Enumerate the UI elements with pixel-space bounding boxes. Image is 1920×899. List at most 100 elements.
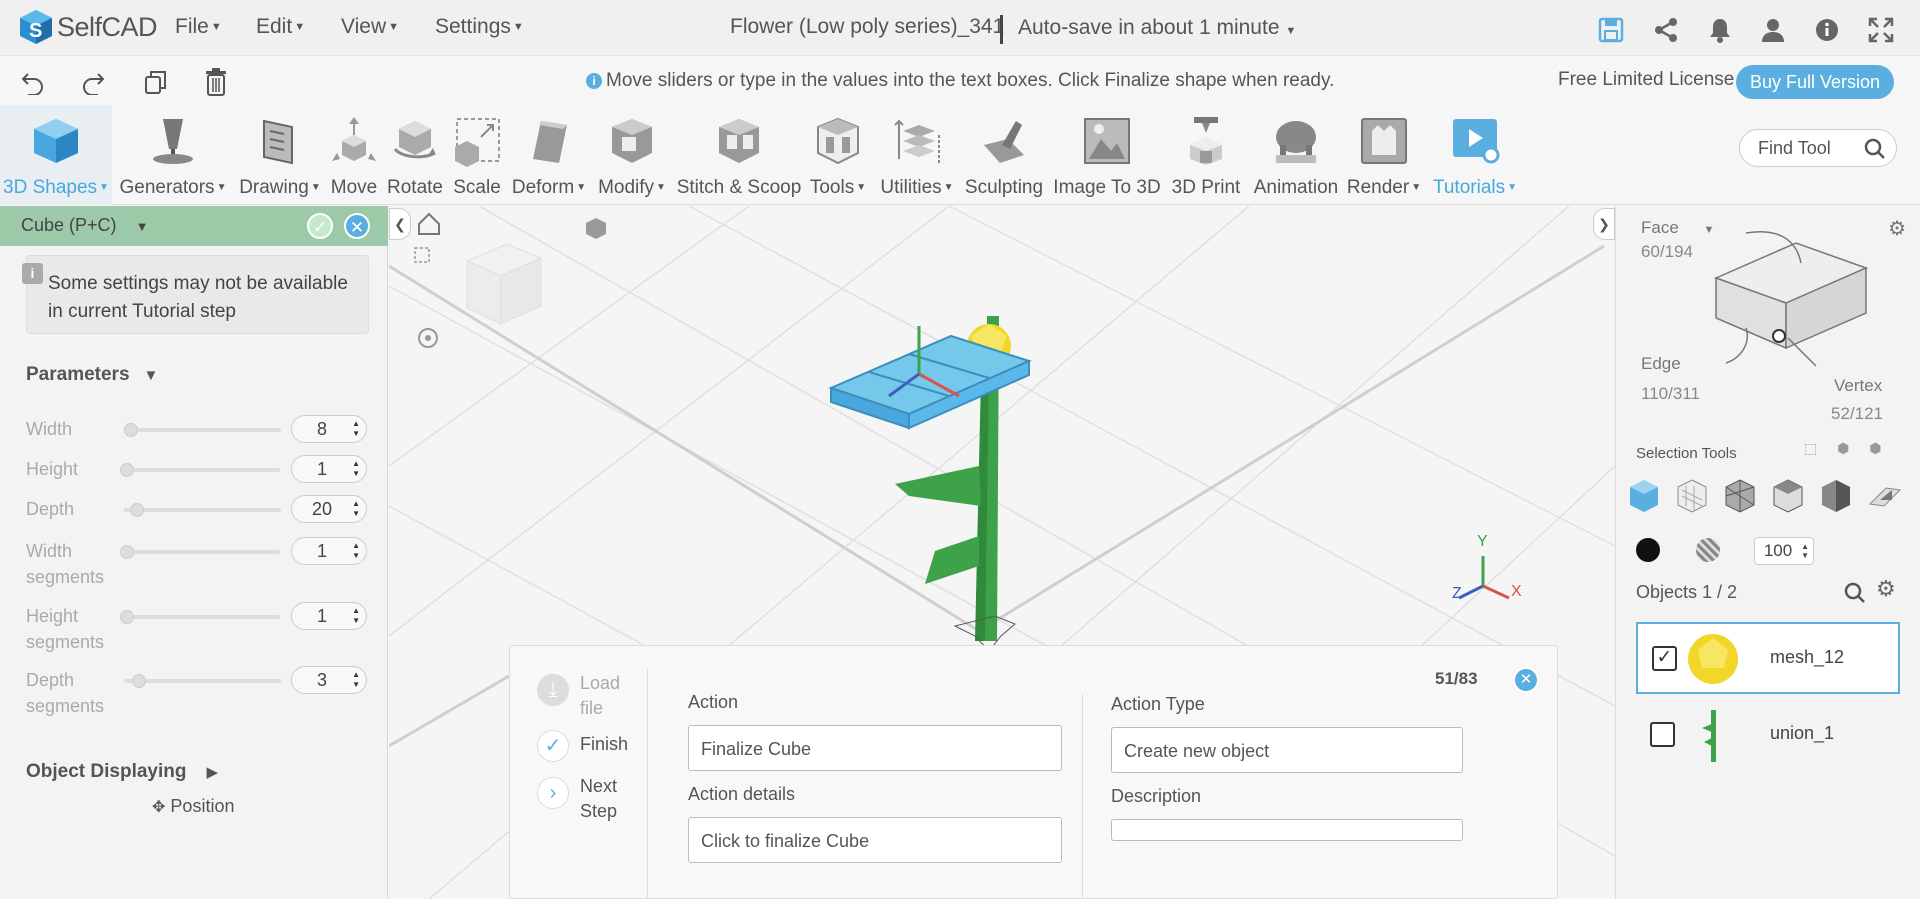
- orbit-target-icon[interactable]: [418, 328, 438, 348]
- cancel-close-button[interactable]: ✕: [344, 213, 370, 239]
- stepper-icon[interactable]: ▲ ▼: [352, 670, 360, 690]
- slider-knob[interactable]: [124, 423, 138, 437]
- menu-edit[interactable]: Edit ▼: [256, 15, 305, 39]
- tool-scale[interactable]: Scale: [447, 105, 507, 205]
- slider-knob[interactable]: [120, 463, 134, 477]
- plane-select-icon[interactable]: [1866, 478, 1902, 514]
- zoom-fit-icon[interactable]: [414, 247, 430, 263]
- face-mode-selector[interactable]: Face ▼: [1641, 218, 1714, 238]
- buy-full-version-button[interactable]: Buy Full Version: [1736, 65, 1894, 99]
- half-select-icon[interactable]: [1818, 478, 1854, 514]
- view-cube[interactable]: [465, 243, 543, 325]
- fullscreen-icon[interactable]: [1867, 16, 1895, 44]
- tool-move[interactable]: Move: [325, 105, 383, 205]
- height-input[interactable]: 1 ▲ ▼: [291, 455, 367, 483]
- document-title[interactable]: Flower (Low poly series)_341: [730, 15, 1004, 39]
- copy-icon[interactable]: [142, 69, 168, 95]
- color-swatch[interactable]: [1636, 538, 1660, 562]
- position-button[interactable]: ✥ Position: [152, 796, 234, 817]
- object-row-union-1[interactable]: union_1: [1636, 700, 1900, 772]
- undo-icon[interactable]: [20, 69, 46, 95]
- step-finish[interactable]: ✓ Finish: [537, 730, 628, 762]
- height-segments-slider[interactable]: [120, 610, 280, 624]
- stepper-icon[interactable]: ▲ ▼: [1801, 542, 1809, 560]
- object-row-mesh-12[interactable]: ✓ mesh_12: [1636, 622, 1900, 694]
- tool-3d-shapes[interactable]: 3D Shapes ▼: [0, 105, 112, 205]
- tool-generators[interactable]: Generators ▼: [117, 105, 229, 205]
- panel-title[interactable]: Cube (P+C) ▼: [21, 215, 148, 236]
- height-segments-input[interactable]: 1 ▲ ▼: [291, 602, 367, 630]
- info-icon[interactable]: [1814, 16, 1840, 44]
- stepper-icon[interactable]: ▲ ▼: [352, 419, 360, 439]
- tool-render[interactable]: Render ▼: [1346, 105, 1422, 205]
- tool-image-to-3d[interactable]: Image To 3D: [1052, 105, 1162, 205]
- stepper-icon[interactable]: ▲ ▼: [352, 499, 360, 519]
- rect-select-icon[interactable]: ⬚: [1804, 440, 1817, 456]
- slider-knob[interactable]: [130, 503, 144, 517]
- box-select-icon[interactable]: ⬢: [1869, 440, 1881, 456]
- height-slider[interactable]: [120, 463, 280, 477]
- tool-modify[interactable]: Modify ▼: [594, 105, 670, 205]
- mesh-select-icon[interactable]: [1674, 478, 1710, 514]
- tool-drawing[interactable]: Drawing ▼: [235, 105, 325, 205]
- object-visibility-checkbox[interactable]: [1650, 722, 1675, 747]
- depth-segments-input[interactable]: 3 ▲ ▼: [291, 666, 367, 694]
- menu-file[interactable]: File ▼: [175, 15, 222, 39]
- tool-tools[interactable]: Tools ▼: [806, 105, 870, 205]
- wire-select-icon[interactable]: [1722, 478, 1758, 514]
- objects-settings-gear-icon[interactable]: ⚙: [1876, 576, 1896, 602]
- width-segments-input[interactable]: 1 ▲ ▼: [291, 537, 367, 565]
- object-visibility-checkbox[interactable]: ✓: [1652, 646, 1677, 671]
- stepper-icon[interactable]: ▲ ▼: [352, 541, 360, 561]
- cube-select-icon[interactable]: ⬢: [1837, 440, 1849, 456]
- menu-settings[interactable]: Settings ▼: [435, 15, 524, 39]
- action-details-field[interactable]: Click to finalize Cube: [688, 817, 1062, 863]
- search-icon[interactable]: [1844, 582, 1866, 604]
- find-tool-input[interactable]: Find Tool: [1739, 129, 1897, 167]
- camera-cube-icon[interactable]: [586, 218, 606, 239]
- trash-icon[interactable]: [203, 67, 229, 97]
- collapse-left-panel-button[interactable]: ❮: [389, 208, 411, 240]
- solid-select-icon[interactable]: [1626, 478, 1662, 514]
- opacity-input[interactable]: 100 ▲ ▼: [1754, 537, 1814, 565]
- depth-segments-slider[interactable]: [124, 674, 281, 688]
- step-next[interactable]: › Next Step: [537, 774, 630, 824]
- gear-icon[interactable]: ⚙: [1888, 216, 1906, 241]
- object-displaying-header[interactable]: Object Displaying ▶: [26, 761, 218, 783]
- tool-deform[interactable]: Deform ▼: [507, 105, 591, 205]
- vertex-label[interactable]: Vertex: [1834, 376, 1882, 396]
- description-field[interactable]: [1111, 819, 1463, 841]
- slider-knob[interactable]: [132, 674, 146, 688]
- slider-knob[interactable]: [120, 610, 134, 624]
- texture-icon[interactable]: [1696, 538, 1720, 562]
- width-segments-slider[interactable]: [120, 545, 280, 559]
- search-icon[interactable]: [1864, 138, 1886, 160]
- tool-sculpting[interactable]: Sculpting: [962, 105, 1046, 205]
- tool-animation[interactable]: Animation: [1248, 105, 1344, 205]
- action-type-field[interactable]: Create new object: [1111, 727, 1463, 773]
- width-slider[interactable]: [124, 423, 281, 437]
- share-icon[interactable]: [1653, 16, 1679, 44]
- user-icon[interactable]: [1760, 16, 1786, 44]
- collapse-right-panel-button[interactable]: ❯: [1593, 208, 1615, 240]
- bell-icon[interactable]: [1707, 16, 1733, 44]
- selection-mode-cube[interactable]: [1706, 218, 1876, 368]
- width-input[interactable]: 8 ▲ ▼: [291, 415, 367, 443]
- autosave-status[interactable]: Auto-save in about 1 minute ▼: [1000, 15, 1296, 44]
- tool-utilities[interactable]: Utilities ▼: [872, 105, 962, 205]
- slider-knob[interactable]: [120, 545, 134, 559]
- depth-input[interactable]: 20 ▲ ▼: [291, 495, 367, 523]
- parameters-header[interactable]: Parameters ▼: [26, 364, 158, 386]
- tool-stitch-scoop[interactable]: Stitch & Scoop: [674, 105, 804, 205]
- close-popup-button[interactable]: ✕: [1513, 667, 1539, 693]
- face-select-icon[interactable]: [1770, 478, 1806, 514]
- redo-icon[interactable]: [80, 69, 106, 95]
- logo[interactable]: S SelfCAD: [18, 8, 158, 46]
- tool-3d-print[interactable]: 3D Print: [1168, 105, 1244, 205]
- stepper-icon[interactable]: ▲ ▼: [352, 606, 360, 626]
- tool-tutorials[interactable]: Tutorials ▼: [1430, 105, 1520, 205]
- edge-label[interactable]: Edge: [1641, 354, 1681, 374]
- finalize-check-button[interactable]: ✓: [307, 213, 333, 239]
- step-load-file[interactable]: ⤓ Load file: [537, 671, 640, 721]
- action-field[interactable]: Finalize Cube: [688, 725, 1062, 771]
